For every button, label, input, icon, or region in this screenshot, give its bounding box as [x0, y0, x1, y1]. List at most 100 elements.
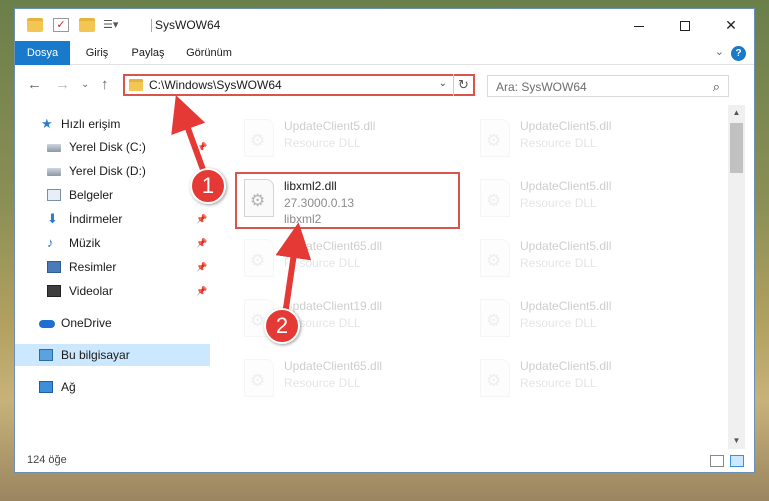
dll-file-icon: ⚙ — [480, 179, 510, 217]
file-list: ⚙ UpdateClient5.dll Resource DLL ⚙ Updat… — [210, 109, 728, 449]
vertical-scrollbar[interactable]: ▲ ▼ — [728, 105, 745, 449]
gear-icon: ⚙ — [486, 311, 502, 330]
file-tile[interactable]: ⚙ UpdateClient5.dll Resource DLL — [468, 293, 688, 349]
sidebar-item-music[interactable]: ♪ Müzik 📌 — [15, 232, 210, 254]
title-bar: ✓ ☰▾ SysWOW64 ✕ — [15, 9, 754, 41]
gear-icon: ⚙ — [486, 131, 502, 150]
videos-icon — [47, 285, 61, 297]
music-icon: ♪ — [47, 235, 54, 250]
window-title: SysWOW64 — [155, 18, 221, 32]
pin-icon[interactable]: 📌 — [196, 280, 207, 302]
gear-icon: ⚙ — [486, 191, 502, 210]
network-icon — [39, 381, 53, 393]
properties-icon[interactable]: ✓ — [53, 18, 69, 32]
details-view-icon[interactable] — [710, 455, 724, 467]
documents-icon — [47, 189, 61, 201]
file-description: Resource DLL — [520, 316, 597, 330]
status-bar: 124 öğe — [15, 449, 754, 472]
sidebar-item-label: Müzik — [69, 236, 101, 250]
sidebar-item-label: Ağ — [61, 380, 76, 394]
file-tile[interactable]: ⚙ UpdateClient5.dll Resource DLL — [468, 173, 688, 229]
tab-share[interactable]: Paylaş — [125, 41, 171, 65]
sidebar-item-documents[interactable]: Belgeler 📌 — [15, 184, 210, 206]
search-box[interactable]: Ara: SysWOW64 ⌕ — [487, 75, 729, 97]
drive-icon — [47, 144, 61, 152]
sidebar-item-quick-access[interactable]: ★ Hızlı erişim — [15, 113, 210, 135]
new-folder-icon[interactable] — [79, 18, 95, 32]
search-icon[interactable]: ⌕ — [713, 79, 720, 95]
search-placeholder[interactable]: Ara: SysWOW64 — [496, 80, 587, 94]
tab-view[interactable]: Görünüm — [179, 41, 239, 65]
file-name: UpdateClient5.dll — [284, 119, 376, 133]
pin-icon[interactable]: 📌 — [196, 232, 207, 254]
sidebar-item-downloads[interactable]: ⬇ İndirmeler 📌 — [15, 208, 210, 230]
sidebar-item-label: OneDrive — [61, 316, 112, 330]
step-2-badge: 2 — [264, 308, 300, 344]
tab-home[interactable]: Giriş — [77, 41, 117, 65]
sidebar-item-this-pc[interactable]: Bu bilgisayar — [15, 344, 210, 366]
forward-button[interactable]: → — [55, 77, 70, 93]
sidebar-item-onedrive[interactable]: OneDrive — [15, 312, 210, 334]
maximize-button[interactable] — [662, 9, 708, 41]
pin-icon[interactable]: 📌 — [196, 208, 207, 230]
pictures-icon — [47, 261, 61, 273]
sidebar-item-label: İndirmeler — [69, 212, 123, 226]
address-dropdown-icon[interactable]: ⌄ — [439, 78, 447, 89]
recent-locations-button[interactable]: ⌄ — [81, 77, 89, 93]
address-bar[interactable]: C:\Windows\SysWOW64 ⌄ ↻ — [123, 74, 475, 96]
customize-qat-icon[interactable]: ☰▾ — [103, 18, 119, 32]
pin-icon[interactable]: 📌 — [196, 136, 207, 158]
sidebar-item-disk-c[interactable]: Yerel Disk (C:) 📌 — [15, 136, 210, 158]
sidebar-item-videos[interactable]: Videolar 📌 — [15, 280, 210, 302]
sidebar-item-disk-d[interactable]: Yerel Disk (D:) 📌 — [15, 160, 210, 182]
file-tile[interactable]: ⚙ UpdateClient5.dll Resource DLL — [232, 113, 452, 169]
ribbon-tabs: Dosya Giriş Paylaş Görünüm ⌄ ? — [15, 41, 754, 97]
file-tile[interactable]: ⚙ UpdateClient65.dll Resource DLL — [232, 353, 452, 409]
file-highlight-box — [235, 172, 460, 229]
file-tile[interactable]: ⚙ UpdateClient5.dll Resource DLL — [468, 353, 688, 409]
minimize-button[interactable] — [616, 9, 662, 41]
file-tile[interactable]: ⚙ UpdateClient65.dll Resource DLL — [232, 233, 452, 289]
file-description: Resource DLL — [284, 136, 361, 150]
expand-ribbon-icon[interactable]: ⌄ — [715, 45, 724, 58]
pin-icon[interactable]: 📌 — [196, 256, 207, 278]
step-1-badge: 1 — [190, 168, 226, 204]
scroll-up-icon[interactable]: ▲ — [728, 105, 745, 121]
up-button[interactable]: ↑ — [101, 77, 109, 93]
title-separator — [151, 19, 152, 32]
minimize-icon — [634, 25, 644, 27]
file-tile[interactable]: ⚙ UpdateClient5.dll Resource DLL — [468, 233, 688, 289]
gear-icon: ⚙ — [250, 311, 266, 330]
close-button[interactable]: ✕ — [708, 9, 754, 41]
gear-icon: ⚙ — [486, 371, 502, 390]
refresh-button[interactable]: ↻ — [453, 74, 473, 96]
this-pc-icon — [39, 349, 53, 361]
sidebar-item-label: Videolar — [69, 284, 113, 298]
star-icon: ★ — [41, 116, 53, 131]
back-button[interactable]: ← — [27, 77, 42, 93]
gear-icon: ⚙ — [250, 131, 266, 150]
file-description: Resource DLL — [284, 256, 361, 270]
dll-file-icon: ⚙ — [244, 119, 274, 157]
tiles-view-icon[interactable] — [730, 455, 744, 467]
sidebar-item-label: Yerel Disk (C:) — [69, 140, 146, 154]
navigation-pane: ★ Hızlı erişim Yerel Disk (C:) 📌 Yerel D… — [15, 109, 210, 449]
file-name: UpdateClient5.dll — [520, 359, 612, 373]
gear-icon: ⚙ — [250, 251, 266, 270]
sidebar-item-label: Resimler — [69, 260, 117, 274]
folder-icon — [27, 18, 43, 32]
navigation-bar: ← → ⌄ ↑ C:\Windows\SysWOW64 ⌄ ↻ Ara: Sys… — [15, 65, 754, 107]
file-name: UpdateClient5.dll — [520, 179, 612, 193]
address-path[interactable]: C:\Windows\SysWOW64 — [149, 78, 282, 92]
gear-icon: ⚙ — [486, 251, 502, 270]
file-name: UpdateClient5.dll — [520, 119, 612, 133]
sidebar-item-network[interactable]: Ağ — [15, 376, 210, 398]
file-name: UpdateClient5.dll — [520, 239, 612, 253]
help-icon[interactable]: ? — [731, 46, 746, 61]
file-description: Resource DLL — [520, 136, 597, 150]
file-tile[interactable]: ⚙ UpdateClient5.dll Resource DLL — [468, 113, 688, 169]
scroll-down-icon[interactable]: ▼ — [728, 433, 745, 449]
file-name: UpdateClient65.dll — [284, 239, 383, 253]
scroll-thumb[interactable] — [730, 123, 743, 173]
sidebar-item-pictures[interactable]: Resimler 📌 — [15, 256, 210, 278]
